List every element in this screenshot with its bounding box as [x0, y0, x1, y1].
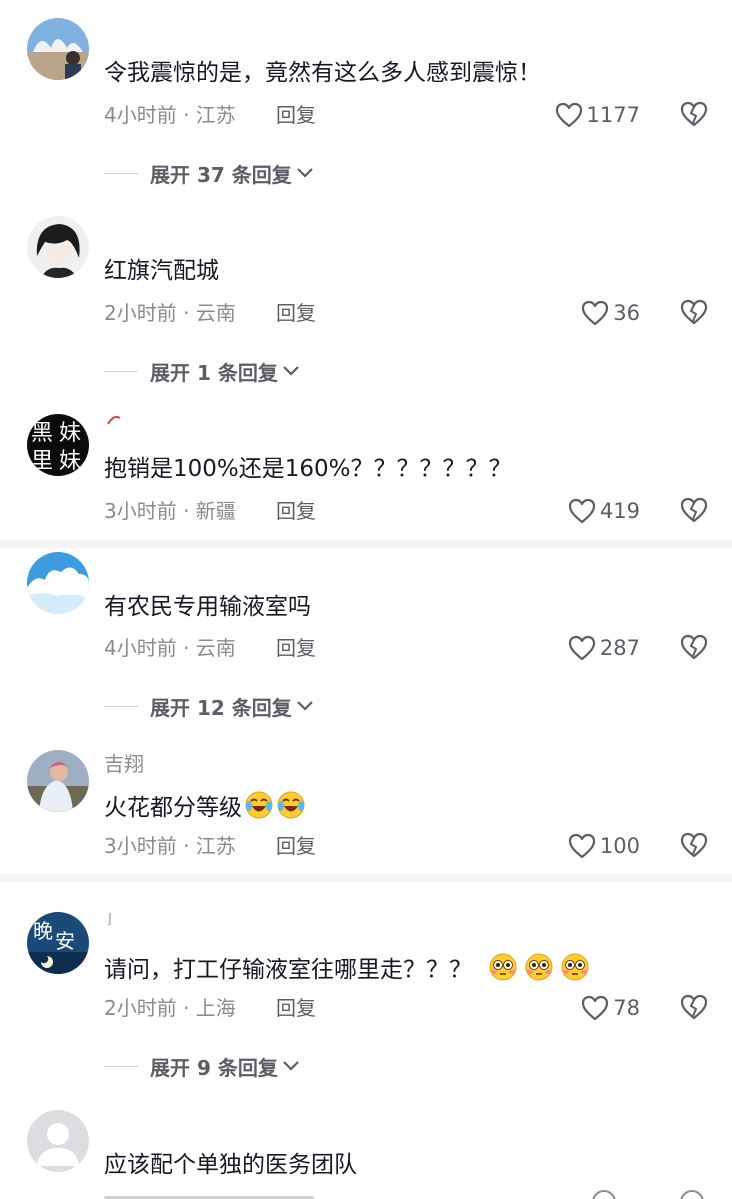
comment-text: 有农民专用输液室吗	[104, 594, 311, 620]
comment-meta: 4小时前 · 江苏	[104, 103, 236, 127]
chevron-down-icon	[283, 1061, 299, 1071]
divider-line	[104, 172, 138, 174]
heart-outline-icon	[568, 635, 596, 661]
comment-meta: 3小时前 · 新疆	[104, 499, 236, 523]
divider-line	[104, 370, 138, 372]
broken-heart-icon	[680, 994, 708, 1020]
flushed-face-emoji	[524, 952, 554, 982]
broken-heart-icon	[680, 832, 708, 858]
chevron-down-icon	[296, 168, 313, 178]
expand-replies-label: 展开 12 条回复	[150, 695, 292, 720]
like-count: 78	[613, 996, 640, 1020]
laugh-cry-emoji	[244, 790, 274, 820]
flushed-face-emoji	[560, 952, 590, 982]
broken-heart-icon	[680, 634, 708, 660]
avatar[interactable]	[27, 18, 89, 80]
comment-text-content: 火花都分等级	[104, 795, 242, 821]
comment-meta: 2小时前 · 云南	[104, 301, 236, 325]
avatar[interactable]	[27, 216, 89, 278]
expand-replies-button[interactable]: 展开 37 条回复	[104, 159, 314, 187]
comment-text: 火花都分等级	[104, 790, 306, 823]
comment-meta-cutoff	[104, 1192, 314, 1199]
section-divider	[0, 540, 732, 548]
heart-outline-icon	[582, 300, 609, 326]
expand-replies-button[interactable]: 展开 9 条回复	[104, 1052, 300, 1080]
comment-text: 请问，打工仔输液室往哪里走？？？	[104, 952, 590, 985]
broken-heart-icon	[680, 497, 708, 523]
avatar[interactable]	[27, 1110, 89, 1172]
avatar[interactable]: 黑 妹 里 妹	[27, 414, 89, 476]
laugh-cry-emoji	[276, 790, 306, 820]
reply-button[interactable]: 回复	[276, 102, 316, 128]
dislike-button[interactable]	[680, 994, 708, 1020]
dislike-button[interactable]	[680, 101, 708, 127]
like-count: 287	[599, 636, 640, 660]
like-button[interactable]: 287	[568, 633, 640, 663]
divider-line	[104, 1065, 138, 1067]
comment-text: 抱销是100%还是160%？？？？？？？	[104, 456, 512, 482]
like-button[interactable]: 100	[568, 831, 640, 861]
section-divider	[0, 874, 732, 882]
heart-outline-icon	[568, 498, 596, 524]
like-count: 100	[599, 834, 640, 858]
reply-button[interactable]: 回复	[276, 300, 316, 326]
comment-text: 令我震惊的是，竟然有这么多人感到震惊！	[104, 60, 541, 86]
comment-meta: 3小时前 · 江苏	[104, 834, 236, 858]
heart-outline-icon	[555, 102, 582, 128]
expand-replies-label: 展开 9 条回复	[150, 1055, 278, 1080]
reply-button[interactable]: 回复	[276, 833, 316, 859]
dislike-button[interactable]	[680, 299, 708, 325]
avatar-text: 安	[55, 929, 75, 953]
avatar-text: 黑	[31, 421, 53, 446]
expand-replies-label: 展开 1 条回复	[150, 360, 278, 385]
like-count: 419	[599, 499, 640, 523]
avatar[interactable]	[27, 750, 89, 812]
avatar-text: 里	[31, 449, 53, 474]
expand-replies-button[interactable]: 展开 1 条回复	[104, 357, 300, 385]
avatar[interactable]	[27, 552, 89, 614]
divider-line	[104, 705, 138, 707]
expand-replies-label: 展开 37 条回复	[150, 162, 292, 187]
like-count: 36	[613, 301, 640, 325]
dislike-button[interactable]	[680, 497, 708, 523]
chevron-down-icon	[296, 701, 313, 711]
dislike-button[interactable]	[680, 832, 708, 858]
like-button-cutoff[interactable]	[592, 1190, 622, 1199]
like-count: 1177	[586, 103, 640, 127]
like-button[interactable]: 36	[581, 298, 640, 328]
heart-outline-icon	[582, 995, 609, 1021]
like-button[interactable]: 78	[581, 993, 640, 1023]
heart-outline-icon	[568, 833, 596, 859]
username-badge-icon	[107, 415, 121, 425]
reply-button[interactable]: 回复	[276, 498, 316, 524]
username-badge-icon	[107, 913, 111, 926]
comment-text: 红旗汽配城	[104, 258, 219, 284]
comment-username[interactable]: 吉翔	[104, 752, 144, 776]
expand-replies-button[interactable]: 展开 12 条回复	[104, 692, 314, 720]
reply-button[interactable]: 回复	[276, 995, 316, 1021]
comment-text-content: 请问，打工仔输液室往哪里走？？？	[104, 957, 472, 983]
avatar-text: 妹	[59, 421, 81, 446]
chevron-down-icon	[283, 366, 299, 376]
flushed-face-emoji	[488, 952, 518, 982]
comment-meta: 2小时前 · 上海	[104, 996, 236, 1020]
dislike-button[interactable]	[680, 634, 708, 660]
avatar-text: 晚	[33, 919, 53, 943]
like-button[interactable]: 1177	[555, 100, 640, 130]
broken-heart-icon	[680, 299, 708, 325]
avatar[interactable]: 晚 安	[27, 912, 89, 974]
broken-heart-icon	[680, 101, 708, 127]
comment-meta: 4小时前 · 云南	[104, 636, 236, 660]
like-button[interactable]: 419	[568, 496, 640, 526]
reply-button[interactable]: 回复	[276, 635, 316, 661]
comment-text: 应该配个单独的医务团队	[104, 1152, 357, 1178]
avatar-text: 妹	[59, 449, 81, 474]
dislike-button-cutoff[interactable]	[680, 1190, 708, 1199]
